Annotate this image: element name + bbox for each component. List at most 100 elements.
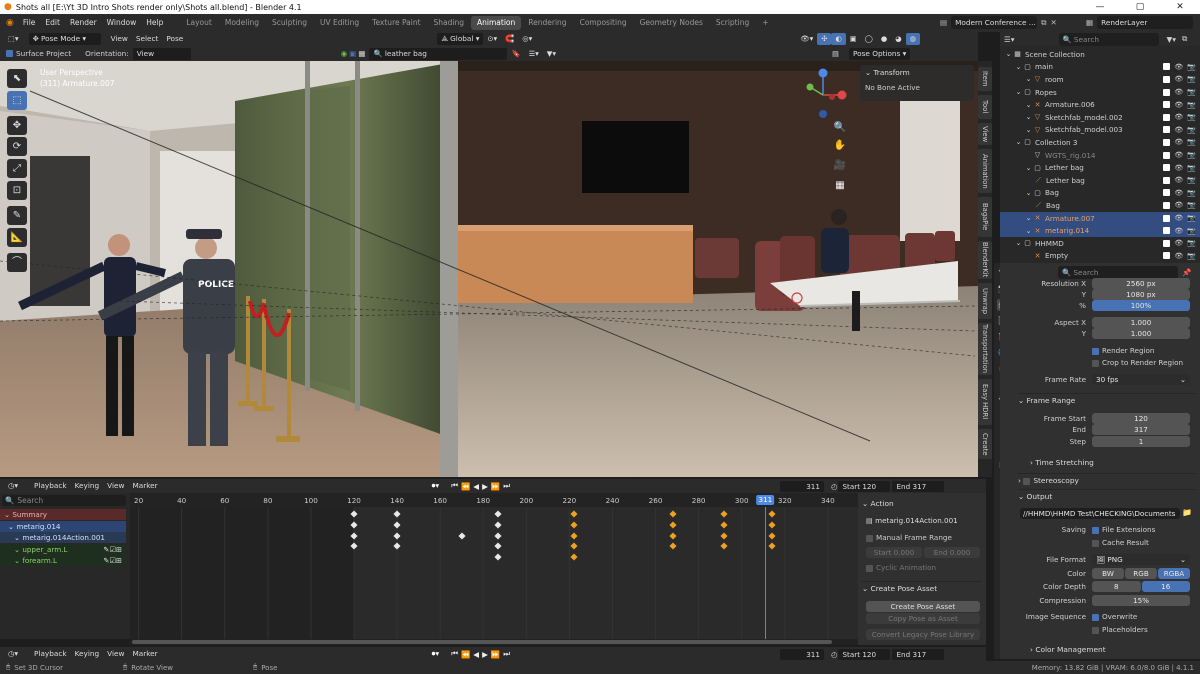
menu-marker[interactable]: Marker — [128, 648, 161, 660]
output-path-field[interactable]: //HHMD\HHMD Test\CHECKING\Documents — [1020, 508, 1180, 519]
tab-shading[interactable]: Shading — [428, 16, 470, 30]
playhead[interactable] — [765, 507, 767, 639]
menu-marker[interactable]: Marker — [128, 480, 161, 492]
shading-solid-icon[interactable]: ● — [877, 33, 891, 45]
add-workspace-button[interactable]: + — [756, 16, 774, 30]
render-camera-icon[interactable]: 📷 — [1187, 252, 1196, 260]
channel-upper-arm-l[interactable]: ⌄ upper_arm.L ✎☑⊞ — [0, 543, 126, 555]
eye-icon[interactable]: 👁 — [1174, 63, 1183, 71]
frame-end-field[interactable]: 317 — [1092, 424, 1190, 435]
file-extensions-checkbox[interactable] — [1092, 526, 1099, 534]
timeline-start-field[interactable]: Start 120 — [838, 648, 891, 660]
render-camera-icon[interactable]: 📷 — [1187, 214, 1196, 222]
depth-option-16[interactable]: 16 — [1141, 581, 1190, 592]
menu-playback[interactable]: Playback — [30, 480, 71, 492]
eye-icon[interactable]: 👁 — [1174, 126, 1183, 134]
jump-end-icon[interactable]: ⏭ — [503, 649, 510, 659]
transform-orientation-dropdown[interactable]: ⟁ Global ▾ — [437, 33, 484, 45]
resolution-y-field[interactable]: 1080 px — [1092, 289, 1190, 300]
outliner-item-sketchfab-model-002[interactable]: ⌄ ▽ Sketchfab_model.002 👁 📷 — [1000, 111, 1200, 124]
outliner-item-bag[interactable]: ⌄ ▢ Bag 👁 📷 — [1000, 187, 1200, 200]
render-camera-icon[interactable]: 📷 — [1187, 151, 1196, 159]
folder-icon[interactable]: 📁 — [1182, 508, 1192, 517]
tab-scripting[interactable]: Scripting — [710, 16, 755, 30]
chevron-icon[interactable]: ⌄ — [1024, 214, 1033, 222]
outliner-item-sketchfab-model-003[interactable]: ⌄ ▽ Sketchfab_model.003 👁 📷 — [1000, 124, 1200, 137]
zoom-icon[interactable]: 🔍 — [833, 121, 847, 135]
eye-icon[interactable]: 👁 — [1174, 88, 1183, 96]
render-camera-icon[interactable]: 📷 — [1187, 176, 1196, 184]
resolution-pct-field[interactable]: 100% — [1092, 300, 1190, 311]
perspective-grid-icon[interactable]: ▦ — [833, 179, 847, 193]
transform-panel-header[interactable]: ⌄ Transform — [860, 65, 974, 80]
action-section[interactable]: ⌄ Action — [862, 497, 982, 510]
visibility-checkbox[interactable] — [1163, 101, 1171, 109]
playhead-frame-label[interactable]: 311 — [756, 495, 775, 505]
outliner-item-armature-007[interactable]: ⌄ ✕ Armature.007 👁 📷 — [1000, 211, 1200, 225]
outliner-item-lether-bag[interactable]: ⟋ Lether bag 👁 📷 — [1000, 174, 1200, 187]
prev-keyframe-icon[interactable]: ⏪ — [461, 650, 470, 659]
placeholders-option[interactable]: Placeholders — [1092, 625, 1148, 634]
cache-result-checkbox[interactable] — [1092, 539, 1099, 547]
eye-icon[interactable]: 👁 — [1174, 239, 1183, 247]
scene-selector[interactable]: ▤ Modern Conference ... ⧉ ✕ — [940, 16, 1057, 29]
eye-icon[interactable]: 👁 — [1174, 75, 1183, 83]
visibility-checkbox[interactable] — [1163, 239, 1171, 247]
visibility-checkbox[interactable] — [1163, 75, 1171, 83]
placeholders-checkbox[interactable] — [1092, 626, 1099, 634]
render-camera-icon[interactable]: 📷 — [1187, 113, 1196, 121]
record-icon[interactable]: ⏺▾ — [432, 481, 440, 491]
color-option-rgba[interactable]: RGBA — [1158, 568, 1190, 579]
play-icon[interactable]: ▶ — [482, 650, 488, 659]
tab-layout[interactable]: Layout — [180, 16, 218, 30]
chevron-icon[interactable]: ⌄ — [1024, 126, 1033, 134]
eye-icon[interactable]: 👁 — [1174, 138, 1183, 146]
view-layer-selector[interactable]: ▦ RenderLayer — [1086, 16, 1194, 29]
create-pose-asset-button[interactable]: Create Pose Asset — [866, 601, 980, 612]
timeline-current-frame-field[interactable]: 311 — [779, 648, 824, 660]
frame-start-field[interactable]: 120 — [1092, 413, 1190, 424]
orientation-dropdown[interactable]: View — [132, 47, 191, 60]
view-menu[interactable]: View — [107, 33, 132, 45]
menu-file[interactable]: File — [18, 14, 41, 32]
render-camera-icon[interactable]: 📷 — [1187, 227, 1196, 235]
eye-icon[interactable]: 👁 — [1174, 252, 1183, 260]
frame-rate-dropdown[interactable]: 30 fps ⌄ — [1092, 374, 1190, 385]
select-menu[interactable]: Select — [132, 33, 163, 45]
render-camera-icon[interactable]: 📷 — [1187, 88, 1196, 96]
sidebar-tab-easy-hdri[interactable]: Easy HDRI — [978, 379, 992, 425]
timeline-scrollbar[interactable] — [130, 639, 858, 645]
frame-range-section[interactable]: ⌄ Frame Range — [1018, 393, 1196, 406]
channel-summary[interactable]: ⌄ Summary — [0, 509, 126, 520]
visibility-checkbox[interactable] — [1163, 252, 1171, 260]
chevron-icon[interactable]: ⌄ — [1024, 113, 1033, 121]
dopesheet-editor-icon[interactable]: ◷▾ — [4, 480, 22, 492]
editor-type-icon[interactable]: ⬚▾ — [4, 33, 23, 45]
tab-uv-editing[interactable]: UV Editing — [314, 16, 365, 30]
scrollbar-thumb[interactable] — [132, 640, 832, 644]
shading-icon[interactable]: ◉ — [341, 49, 348, 58]
measure-tool-icon[interactable]: 📐 — [7, 228, 27, 247]
channel-forearm-l[interactable]: ⌄ forearm.L ✎☑⊞ — [0, 555, 126, 566]
current-frame-field[interactable]: 311 — [779, 480, 824, 492]
outliner-item-empty[interactable]: ✕ Empty 👁 📷 — [1000, 250, 1200, 263]
tab-compositing[interactable]: Compositing — [574, 16, 633, 30]
visibility-checkbox[interactable] — [1163, 189, 1171, 197]
create-pose-asset-section[interactable]: ⌄ Create Pose Asset — [862, 581, 982, 594]
eye-icon[interactable]: 👁 — [1174, 201, 1183, 209]
chevron-icon[interactable]: ⌄ — [1024, 75, 1033, 83]
visibility-checkbox[interactable] — [1163, 176, 1171, 184]
camera-view-icon[interactable]: 🎥 — [833, 159, 847, 173]
resolution-x-field[interactable]: 2560 px — [1092, 278, 1190, 289]
frame-step-field[interactable]: 1 — [1092, 436, 1190, 447]
sidebar-tab-unwrap[interactable]: Unwrap — [978, 283, 992, 319]
eye-icon[interactable]: 👁 — [1174, 164, 1183, 172]
render-region-option[interactable]: Render Region — [1092, 346, 1154, 355]
render-camera-icon[interactable]: 📷 — [1187, 239, 1196, 247]
eye-icon[interactable]: 👁 — [1174, 176, 1183, 184]
copy-scene-icon[interactable]: ⧉ — [1041, 18, 1046, 28]
sidebar-tab-item[interactable]: Item — [978, 67, 992, 91]
play-reverse-icon[interactable]: ◀ — [473, 650, 479, 659]
play-icon[interactable]: ▶ — [482, 482, 488, 491]
menu-window[interactable]: Window — [102, 14, 142, 32]
